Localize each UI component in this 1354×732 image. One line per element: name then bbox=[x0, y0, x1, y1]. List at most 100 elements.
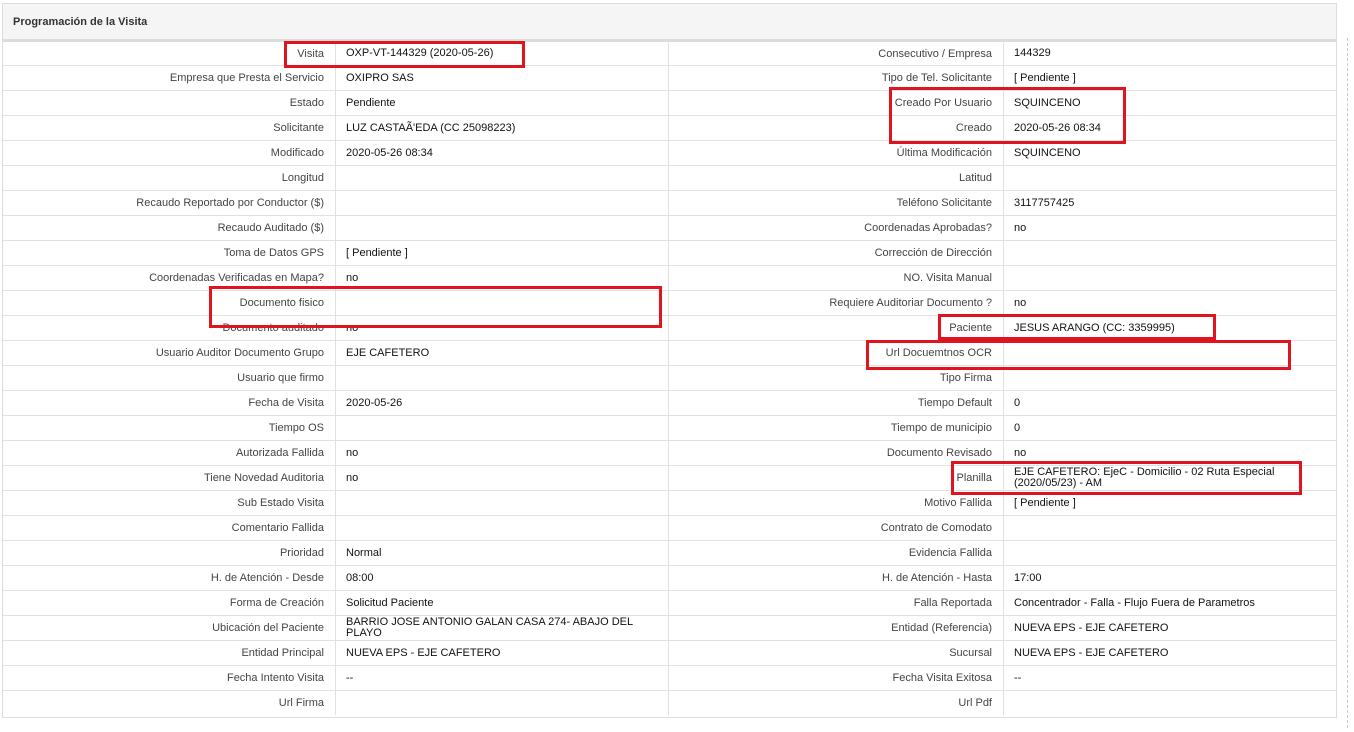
planilla-value-text: EJE CAFETERO: EjeC - Domicilio - 02 Ruta… bbox=[1014, 466, 1275, 489]
paciente-label-text: Paciente bbox=[949, 322, 992, 334]
usuario-que-firmo-label-text: Usuario que firmo bbox=[237, 372, 324, 384]
documento-revisado-label: Documento Revisado bbox=[669, 441, 1003, 465]
solicitante-value: LUZ CASTAÃ'EDA (CC 25098223) bbox=[335, 116, 669, 140]
visita-label-text: Visita bbox=[297, 47, 324, 60]
coordenadas-verificadas-en-mapa-label: Coordenadas Verificadas en Mapa? bbox=[3, 266, 335, 290]
documento-auditado-label: Documento auditado bbox=[3, 316, 335, 340]
paciente-label: Paciente bbox=[669, 316, 1003, 340]
panel-title: Programación de la Visita bbox=[3, 4, 1336, 40]
telefono-solicitante-label-text: Teléfono Solicitante bbox=[896, 197, 992, 209]
solicitante-value-text: LUZ CASTAÃ'EDA (CC 25098223) bbox=[346, 121, 516, 134]
creado-label: Creado bbox=[669, 116, 1003, 140]
estado-value: Pendiente bbox=[335, 91, 669, 115]
table-row: Usuario Auditor Documento Grupo EJE CAFET… bbox=[3, 340, 1336, 365]
url-firma-label: Url Firma bbox=[3, 691, 335, 715]
tiempo-os-label-text: Tiempo OS bbox=[268, 422, 324, 434]
usuario-que-firmo-label: Usuario que firmo bbox=[3, 366, 335, 390]
forma-de-creacion-label-text: Forma de Creación bbox=[229, 597, 324, 609]
longitud-label: Longitud bbox=[3, 166, 335, 190]
usuario-auditor-documento-grupo-value: EJE CAFETERO bbox=[335, 341, 669, 365]
creado-por-usuario-value-text: SQUINCENO bbox=[1014, 96, 1081, 109]
documento-revisado-value: no bbox=[1003, 441, 1336, 465]
requiere-auditoriar-documento-value: no bbox=[1003, 291, 1336, 315]
telefono-solicitante-label: Teléfono Solicitante bbox=[669, 191, 1003, 215]
visita-value-text: OXP-VT-144329 (2020-05-26) bbox=[346, 47, 494, 59]
documento-fisico-label: Documento fisico bbox=[3, 291, 335, 315]
url-pdf-value bbox=[1003, 691, 1336, 715]
tiene-novedad-auditoria-value-text: no bbox=[346, 471, 359, 484]
sub-estado-visita-value bbox=[335, 491, 669, 515]
no-visita-manual-label: NO. Visita Manual bbox=[669, 266, 1003, 290]
table-row: Solicitante LUZ CASTAÃ'EDA (CC 25098223) C… bbox=[3, 115, 1336, 140]
tipo-firma-label: Tipo Firma bbox=[669, 366, 1003, 390]
sucursal-label-text: Sucursal bbox=[949, 647, 992, 659]
autorizada-fallida-label: Autorizada Fallida bbox=[3, 441, 335, 465]
prioridad-label-text: Prioridad bbox=[279, 547, 324, 559]
empresa-que-presta-el-servicio-value: OXIPRO SAS bbox=[335, 66, 669, 90]
table-row: Documento auditado no Paciente JESUS ARANG… bbox=[3, 315, 1336, 340]
evidencia-fallida-label-text: Evidencia Fallida bbox=[908, 547, 992, 559]
entidad-principal-value: NUEVA EPS - EJE CAFETERO bbox=[335, 641, 669, 665]
h-de-atencion-hasta-label: H. de Atención - Hasta bbox=[669, 566, 1003, 590]
tiempo-default-value-text: 0 bbox=[1014, 396, 1021, 409]
tiempo-os-value bbox=[335, 416, 669, 440]
ubicacion-del-paciente-value-text: BARRIO JOSE ANTONIO GALAN CASA 274- ABAJ… bbox=[346, 616, 633, 639]
fecha-intento-visita-label: Fecha Intento Visita bbox=[3, 666, 335, 690]
url-firma-label-text: Url Firma bbox=[278, 697, 324, 709]
consecutivo-empresa-label-text: Consecutivo / Empresa bbox=[878, 47, 992, 60]
correccion-de-direccion-label: Corrección de Dirección bbox=[669, 241, 1003, 265]
documento-auditado-value-text: no bbox=[346, 321, 359, 334]
correccion-de-direccion-label-text: Corrección de Dirección bbox=[874, 247, 992, 259]
ubicacion-del-paciente-label: Ubicación del Paciente bbox=[3, 616, 335, 640]
creado-label-text: Creado bbox=[955, 122, 992, 134]
motivo-fallida-label-text: Motivo Fallida bbox=[924, 497, 992, 509]
no-visita-manual-label-text: NO. Visita Manual bbox=[903, 272, 992, 284]
table-row: Entidad Principal NUEVA EPS - EJE CAFETER… bbox=[3, 640, 1336, 665]
entidad-referencia-value: NUEVA EPS - EJE CAFETERO bbox=[1003, 616, 1336, 640]
entidad-referencia-label-text: Entidad (Referencia) bbox=[891, 622, 992, 634]
url-docuemtnos-ocr-label: Url Docuemtnos OCR bbox=[669, 341, 1003, 365]
ultima-modificacion-value-text: SQUINCENO bbox=[1014, 146, 1081, 159]
prioridad-label: Prioridad bbox=[3, 541, 335, 565]
autorizada-fallida-label-text: Autorizada Fallida bbox=[235, 447, 324, 459]
coordenadas-aprobadas-label-text: Coordenadas Aprobadas? bbox=[864, 222, 992, 234]
creado-por-usuario-label: Creado Por Usuario bbox=[669, 91, 1003, 115]
prioridad-value: Normal bbox=[335, 541, 669, 565]
forma-de-creacion-label: Forma de Creación bbox=[3, 591, 335, 615]
prioridad-value-text: Normal bbox=[346, 546, 382, 559]
recaudo-auditado-label: Recaudo Auditado ($) bbox=[3, 216, 335, 240]
sub-estado-visita-label-text: Sub Estado Visita bbox=[237, 497, 324, 509]
coordenadas-aprobadas-label: Coordenadas Aprobadas? bbox=[669, 216, 1003, 240]
entidad-principal-label-text: Entidad Principal bbox=[241, 647, 324, 659]
table-row: Toma de Datos GPS [ Pendiente ] Corrección… bbox=[3, 240, 1336, 265]
documento-auditado-label-text: Documento auditado bbox=[222, 322, 324, 334]
comentario-fallida-label: Comentario Fallida bbox=[3, 516, 335, 540]
coordenadas-verificadas-en-mapa-label-text: Coordenadas Verificadas en Mapa? bbox=[149, 272, 324, 284]
tiempo-default-label-text: Tiempo Default bbox=[917, 397, 992, 409]
h-de-atencion-hasta-label-text: H. de Atención - Hasta bbox=[881, 572, 992, 584]
falla-reportada-label: Falla Reportada bbox=[669, 591, 1003, 615]
motivo-fallida-value-text: [ Pendiente ] bbox=[1014, 496, 1076, 509]
contrato-de-comodato-value bbox=[1003, 516, 1336, 540]
falla-reportada-label-text: Falla Reportada bbox=[913, 597, 992, 609]
motivo-fallida-value: [ Pendiente ] bbox=[1003, 491, 1336, 515]
table-row: Usuario que firmo Tipo Firma bbox=[3, 365, 1336, 390]
scrollbar[interactable] bbox=[1347, 38, 1348, 728]
empresa-que-presta-el-servicio-value-text: OXIPRO SAS bbox=[346, 71, 414, 84]
contrato-de-comodato-label: Contrato de Comodato bbox=[669, 516, 1003, 540]
modificado-value: 2020-05-26 08:34 bbox=[335, 141, 669, 165]
h-de-atencion-desde-label: H. de Atención - Desde bbox=[3, 566, 335, 590]
coordenadas-aprobadas-value: no bbox=[1003, 216, 1336, 240]
usuario-que-firmo-value bbox=[335, 366, 669, 390]
table-row: Visita OXP-VT-144329 (2020-05-26) Consecut… bbox=[3, 40, 1336, 65]
telefono-solicitante-value-text: 3117757425 bbox=[1014, 196, 1075, 209]
autorizada-fallida-value-text: no bbox=[346, 446, 359, 459]
h-de-atencion-hasta-value-text: 17:00 bbox=[1014, 571, 1042, 584]
table-row: Fecha de Visita 2020-05-26 Tiempo Default… bbox=[3, 390, 1336, 415]
modificado-label-text: Modificado bbox=[270, 147, 324, 159]
h-de-atencion-desde-value: 08:00 bbox=[335, 566, 669, 590]
h-de-atencion-desde-value-text: 08:00 bbox=[346, 571, 374, 584]
table-row: Longitud Latitud bbox=[3, 165, 1336, 190]
ubicacion-del-paciente-value: BARRIO JOSE ANTONIO GALAN CASA 274- ABAJ… bbox=[335, 616, 669, 640]
table-row: Modificado 2020-05-26 08:34 Última Modific… bbox=[3, 140, 1336, 165]
